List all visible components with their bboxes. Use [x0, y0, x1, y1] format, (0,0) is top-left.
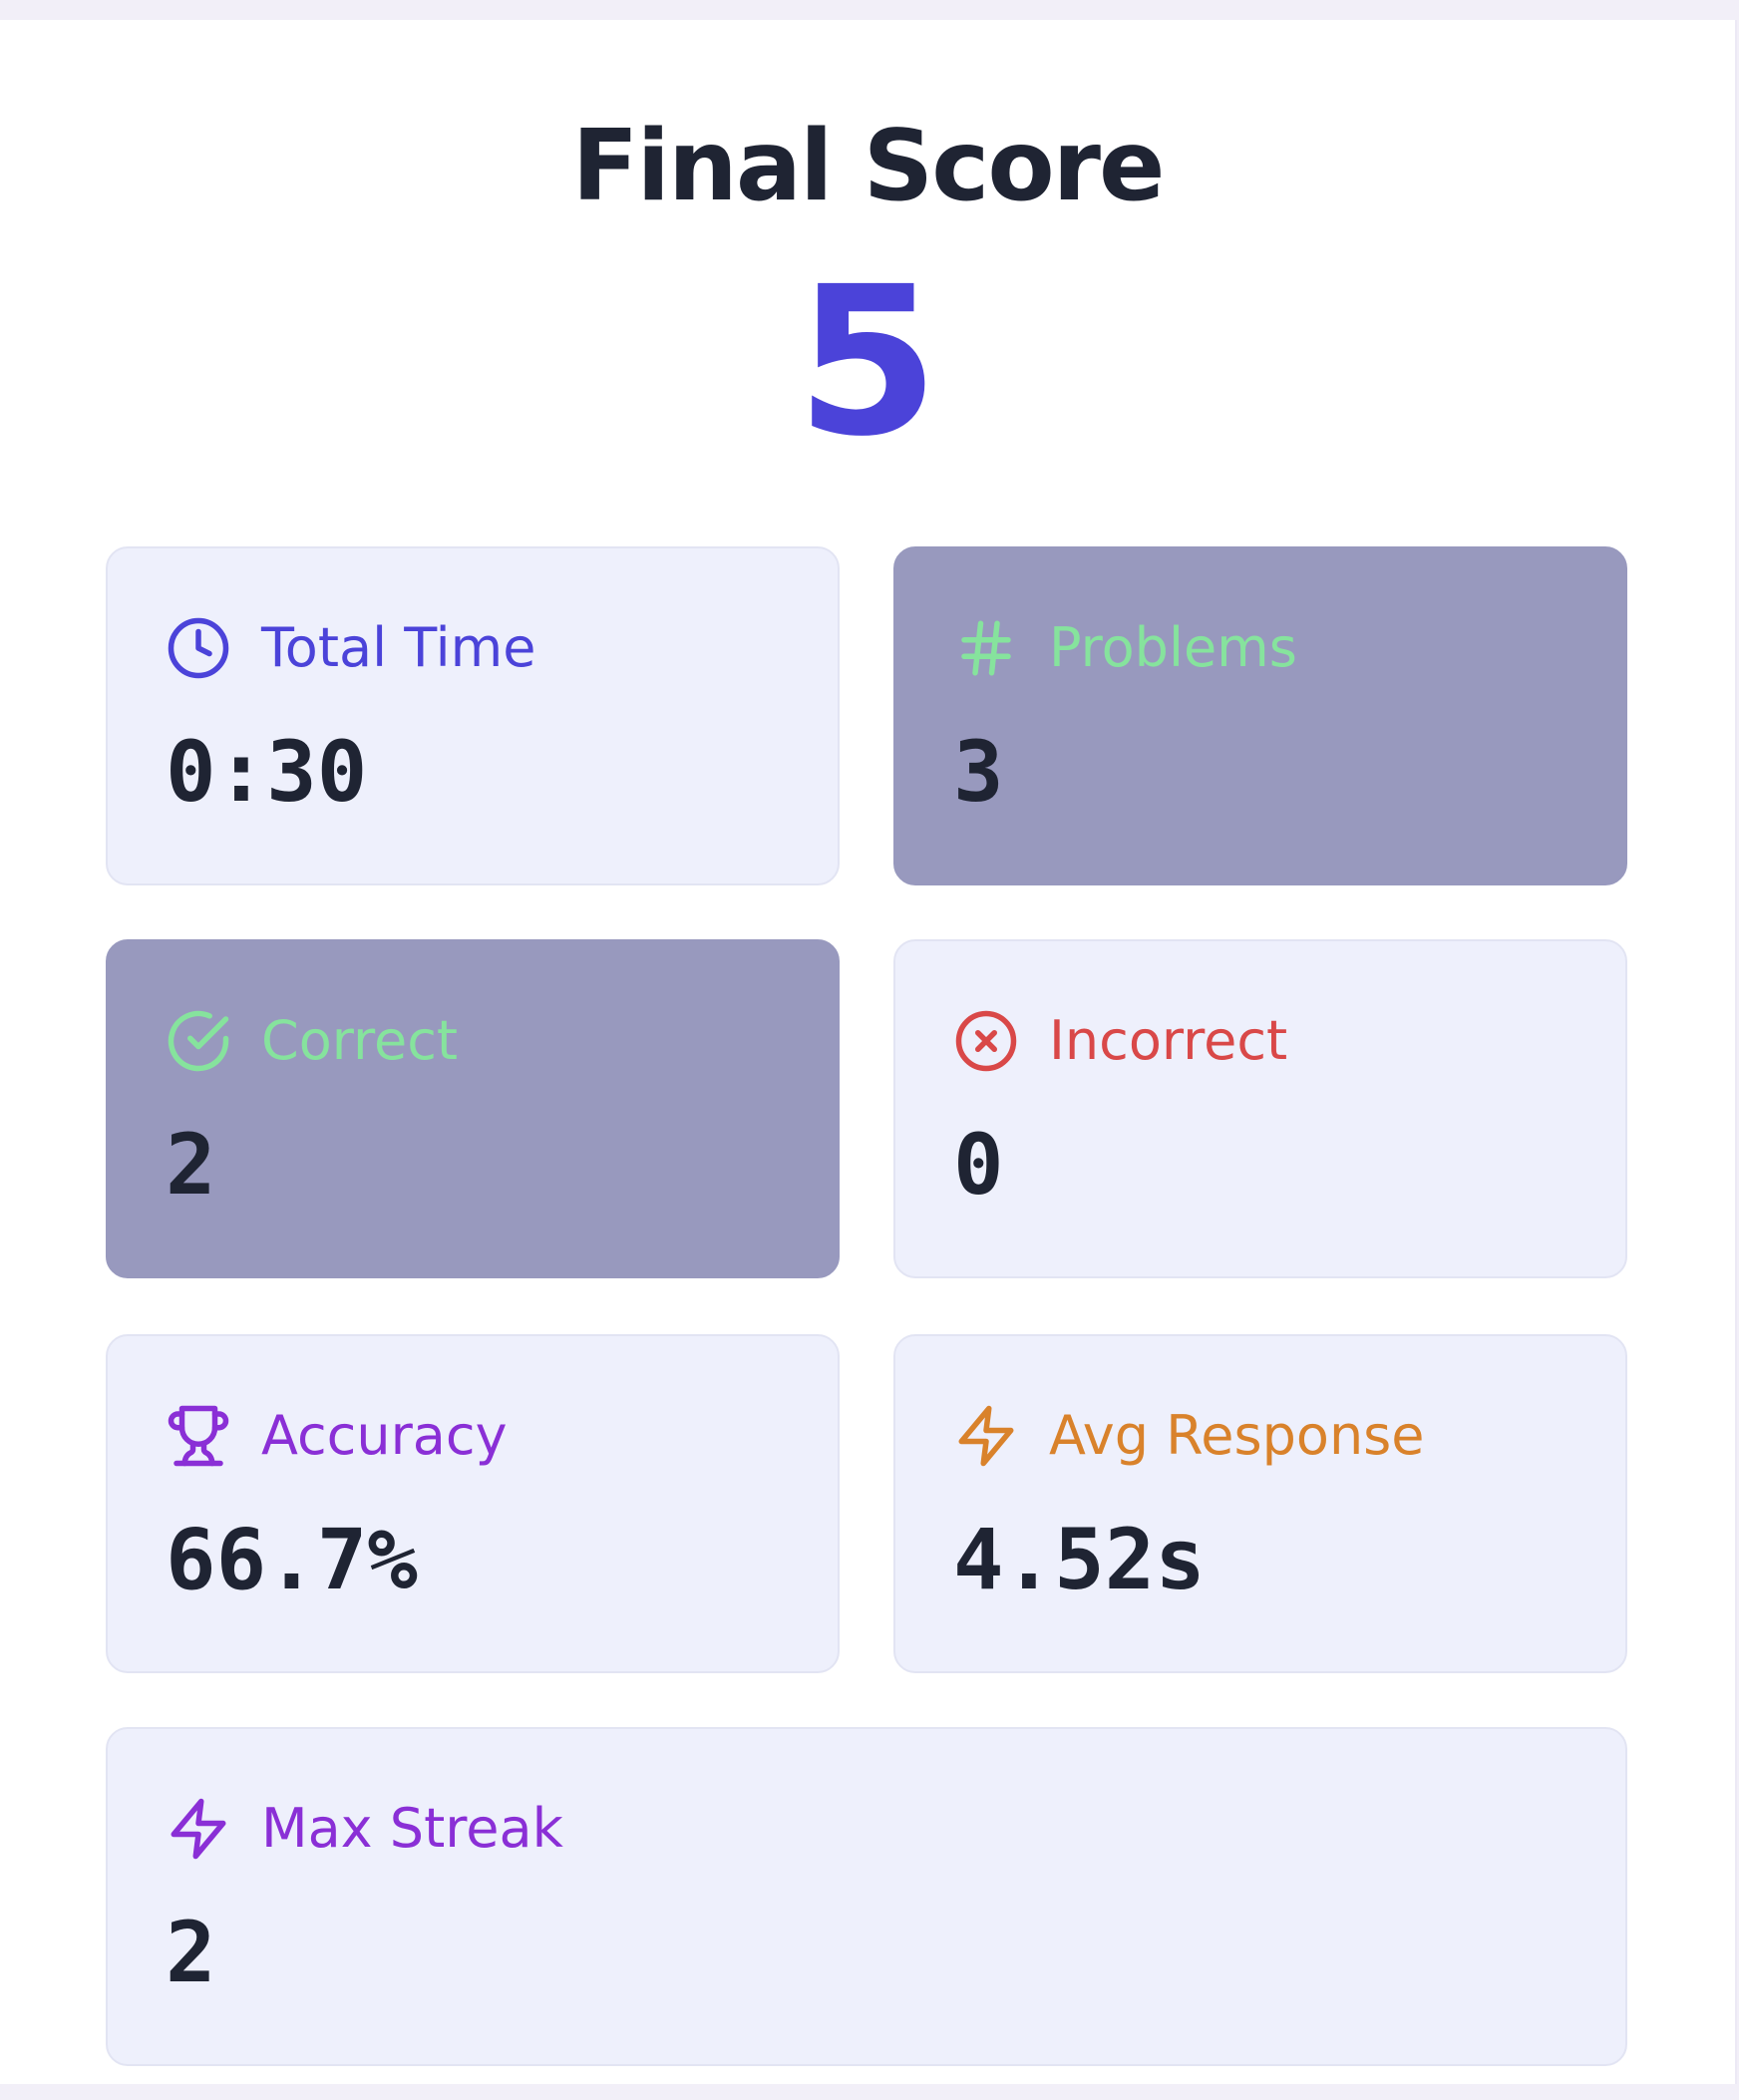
stat-value: 3: [953, 723, 1004, 821]
stat-card-max-streak: Max Streak 2: [106, 1727, 1627, 2066]
stat-label: Total Time: [261, 616, 536, 679]
stat-label: Problems: [1049, 616, 1297, 679]
x-circle-icon: [953, 1008, 1019, 1074]
stat-label: Incorrect: [1049, 1009, 1288, 1072]
lightning-icon: [166, 1796, 231, 1862]
stat-label: Max Streak: [261, 1797, 563, 1860]
stat-value: 66.7%: [166, 1511, 418, 1608]
hash-icon: [953, 615, 1019, 681]
stat-card-avg-response: Avg Response 4.52s: [893, 1334, 1627, 1673]
stat-label: Accuracy: [261, 1404, 508, 1467]
stat-value: 2: [166, 1116, 216, 1214]
stat-value: 2: [166, 1904, 216, 2001]
stat-card-correct: Correct 2: [106, 939, 840, 1278]
stat-card-problems: Problems 3: [893, 546, 1627, 885]
stat-label: Correct: [261, 1009, 459, 1072]
trophy-icon: [166, 1403, 231, 1469]
stat-label: Avg Response: [1049, 1404, 1425, 1467]
page-title: Final Score: [571, 110, 1166, 223]
stat-value: 0: [953, 1116, 1004, 1214]
results-panel: Final Score 5 Total Time 0:30 Problems 3…: [0, 20, 1737, 2084]
final-score-value: 5: [796, 242, 939, 482]
stat-card-total-time: Total Time 0:30: [106, 546, 840, 885]
check-circle-icon: [166, 1008, 231, 1074]
stat-value: 4.52s: [953, 1511, 1206, 1608]
clock-icon: [166, 615, 231, 681]
stat-value: 0:30: [166, 723, 368, 821]
stat-card-accuracy: Accuracy 66.7%: [106, 1334, 840, 1673]
stat-card-incorrect: Incorrect 0: [893, 939, 1627, 1278]
lightning-icon: [953, 1403, 1019, 1469]
